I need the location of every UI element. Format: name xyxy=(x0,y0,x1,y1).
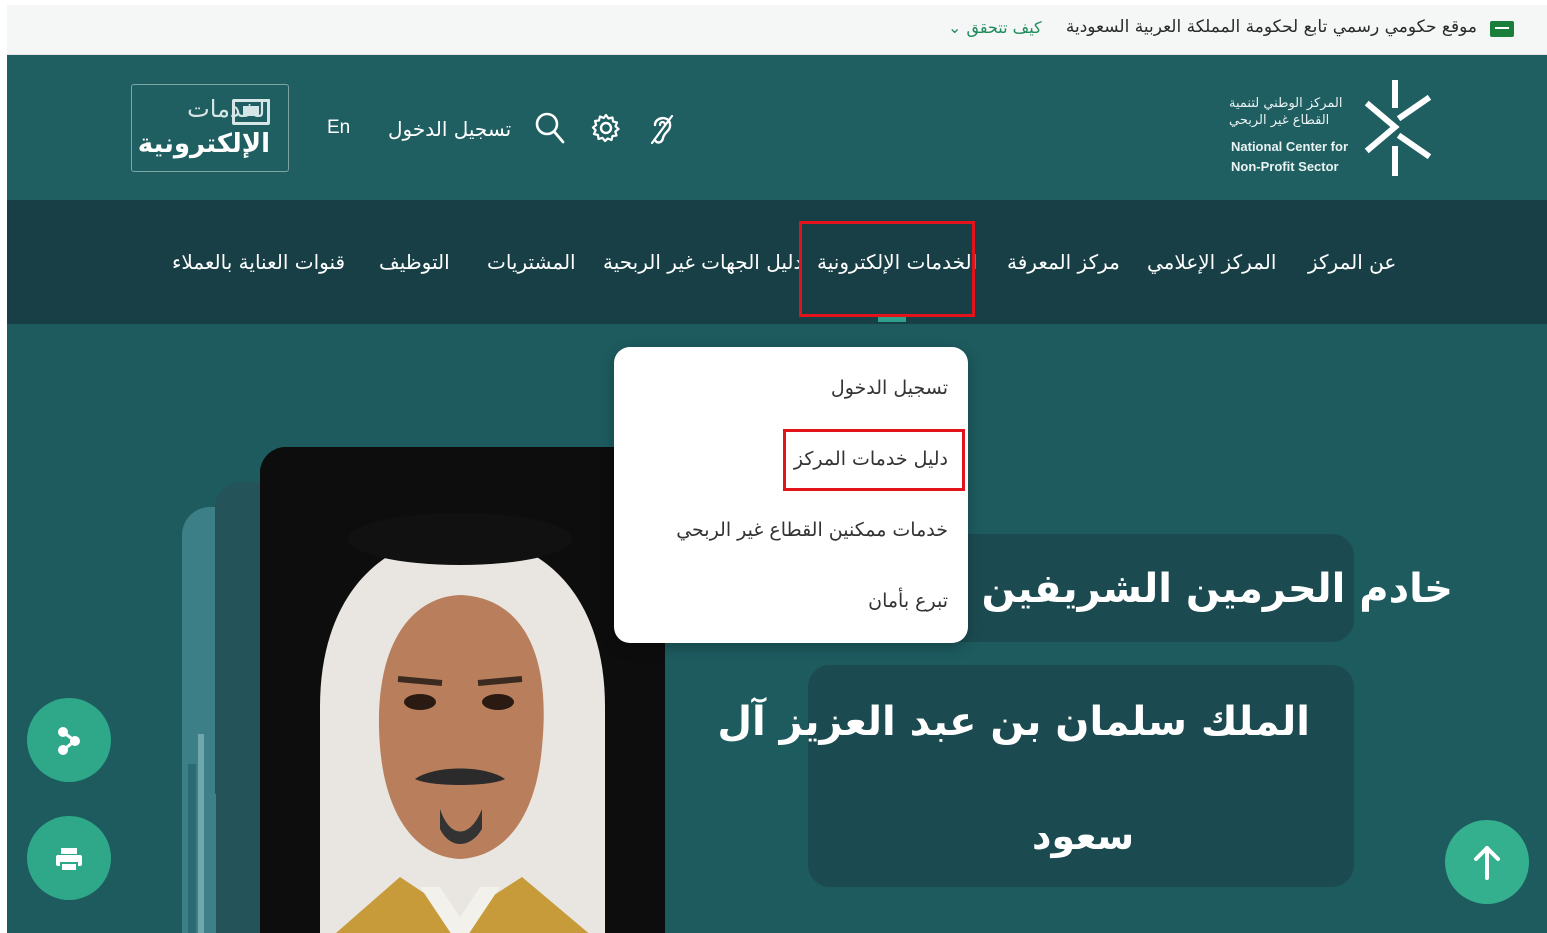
main-nav: عن المركز المركز الإعلامي مركز المعرفة ا… xyxy=(7,200,1547,324)
annotation-highlight-nav xyxy=(799,221,975,317)
org-name-en-line1: National Center for xyxy=(1231,139,1349,154)
nav-item-customer-care[interactable]: قنوات العناية بالعملاء xyxy=(172,250,345,274)
share-button[interactable] xyxy=(27,698,111,782)
verify-label: كيف تتحقق xyxy=(966,18,1042,37)
gov-banner: موقع حكومي رسمي تابع لحكومة المملكة العر… xyxy=(7,5,1547,55)
org-name-arabic: المركز الوطني لتنمية القطاع غير الربحي xyxy=(1229,95,1359,129)
arrow-up-icon xyxy=(1474,846,1500,880)
site-header: المركز الوطني لتنمية القطاع غير الربحي N… xyxy=(7,55,1547,200)
dropdown-item-donate-safely[interactable]: تبرع بأمان xyxy=(868,590,948,612)
king-portrait xyxy=(260,447,665,933)
browser-viewport: موقع حكومي رسمي تابع لحكومة المملكة العر… xyxy=(7,5,1547,933)
hearing-icon[interactable] xyxy=(647,111,677,147)
active-nav-indicator xyxy=(878,317,906,322)
badge-label-bottom: الإلكترونية xyxy=(137,129,270,159)
laptop-icon xyxy=(232,99,270,125)
scroll-to-top-button[interactable] xyxy=(1445,820,1529,904)
skyline-icon xyxy=(188,734,216,933)
hero-title-line2: الملك سلمان بن عبد العزيز آل xyxy=(717,699,1310,745)
nav-item-media-center[interactable]: المركز الإعلامي xyxy=(1147,250,1276,274)
dropdown-item-login[interactable]: تسجيل الدخول xyxy=(831,377,948,399)
org-name-ar-line2: القطاع غير الربحي xyxy=(1229,113,1330,128)
gov-banner-text: موقع حكومي رسمي تابع لحكومة المملكة العر… xyxy=(1065,17,1477,37)
ncnp-logo-icon[interactable] xyxy=(1357,77,1437,177)
language-toggle[interactable]: En xyxy=(327,117,350,139)
hero-title-line3: سعود xyxy=(1032,814,1135,858)
eservices-badge[interactable]: الخدمات الإلكترونية xyxy=(131,84,289,172)
how-to-verify-link[interactable]: كيف تتحقق ⌄ xyxy=(948,18,1042,37)
portrait-illustration xyxy=(260,447,665,933)
dropdown-item-enablers-services[interactable]: خدمات ممكنين القطاع غير الربحي xyxy=(676,519,948,541)
share-icon xyxy=(58,727,80,755)
nav-item-procurement[interactable]: المشتريات xyxy=(487,250,576,274)
org-name-en-line2: Non-Profit Sector xyxy=(1231,159,1339,174)
nav-item-nonprofit-directory[interactable]: دليل الجهات غير الربحية xyxy=(603,250,802,274)
hero-title-line1: خادم الحرمين الشريفين xyxy=(981,566,1453,612)
nav-item-knowledge-center[interactable]: مركز المعرفة xyxy=(1007,250,1120,274)
nav-item-careers[interactable]: التوظيف xyxy=(379,250,450,274)
header-login-link[interactable]: تسجيل الدخول xyxy=(388,117,511,141)
nav-item-about[interactable]: عن المركز xyxy=(1308,250,1396,274)
gear-icon[interactable] xyxy=(590,112,622,144)
org-name-english: National Center for Non-Profit Sector xyxy=(1231,137,1361,177)
chevron-down-icon: ⌄ xyxy=(948,18,962,37)
eservices-dropdown: تسجيل الدخول دليل خدمات المركز خدمات ممك… xyxy=(614,347,968,643)
print-button[interactable] xyxy=(27,816,111,900)
annotation-highlight-dropdown xyxy=(783,429,965,491)
saudi-flag-icon xyxy=(1490,21,1514,37)
org-name-ar-line1: المركز الوطني لتنمية xyxy=(1229,96,1343,111)
search-icon[interactable] xyxy=(534,111,566,145)
printer-icon xyxy=(56,848,82,872)
